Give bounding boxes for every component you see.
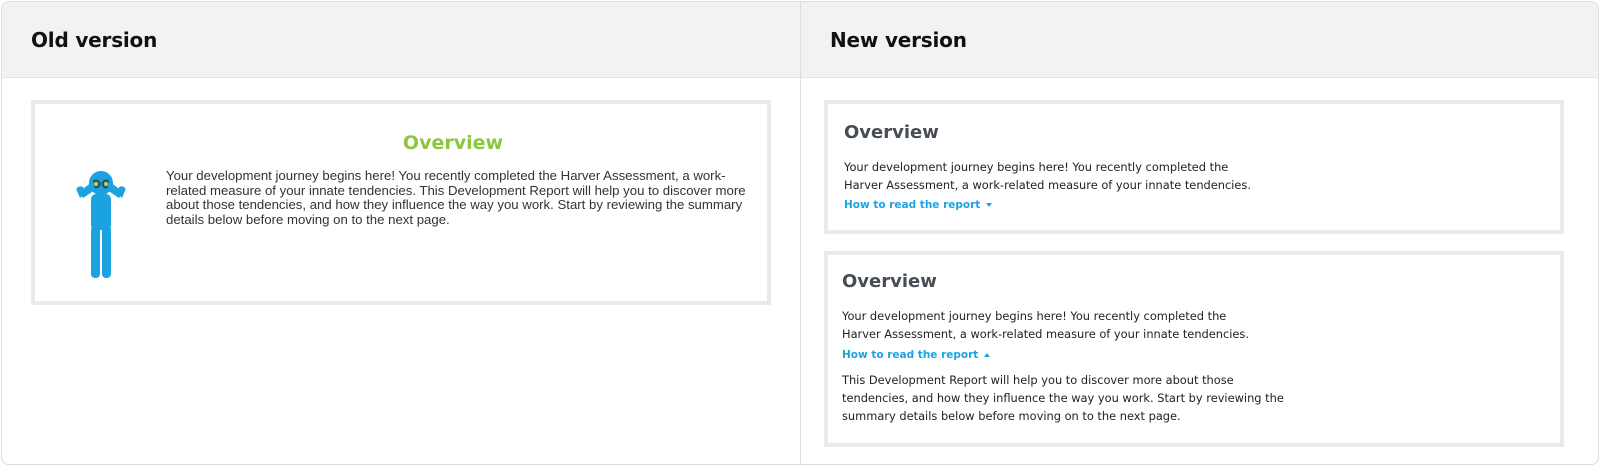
collapsed-overview-body: Your development journey begins here! Yo… — [844, 160, 1251, 192]
old-version-column: Old version Overview Your development jo… — [2, 2, 801, 464]
caret-up-icon — [984, 353, 991, 357]
how-to-read-expanded-text: This Development Report will help you to… — [842, 373, 1284, 423]
old-version-heading: Old version — [31, 27, 158, 52]
new-version-column: New version Overview Your development jo… — [801, 2, 1598, 464]
collapsed-overview-card: Overview Your development journey begins… — [824, 100, 1564, 234]
comparison-frame: Old version Overview Your development jo… — [1, 1, 1599, 465]
person-with-binoculars-icon — [76, 171, 126, 278]
collapsed-overview-title: Overview — [844, 122, 939, 143]
expanded-overview-card: Overview Your development journey begins… — [824, 251, 1564, 447]
how-to-read-link-label: How to read the report — [844, 199, 981, 211]
caret-down-icon — [986, 203, 993, 207]
how-to-read-toggle-expanded[interactable]: How to read the report — [842, 349, 991, 361]
expanded-overview-title: Overview — [842, 271, 937, 292]
expanded-overview-body: Your development journey begins here! Yo… — [842, 309, 1249, 341]
old-overview-body: Your development journey begins here! Yo… — [166, 168, 746, 227]
old-overview-title: Overview — [402, 132, 504, 154]
old-overview-card: Overview Your development journey begins… — [31, 100, 771, 305]
how-to-read-toggle-collapsed[interactable]: How to read the report — [844, 199, 993, 211]
how-to-read-link-label: How to read the report — [842, 349, 979, 361]
old-version-header: Old version — [2, 2, 800, 78]
new-version-heading: New version — [830, 27, 967, 52]
new-version-header: New version — [801, 2, 1598, 78]
